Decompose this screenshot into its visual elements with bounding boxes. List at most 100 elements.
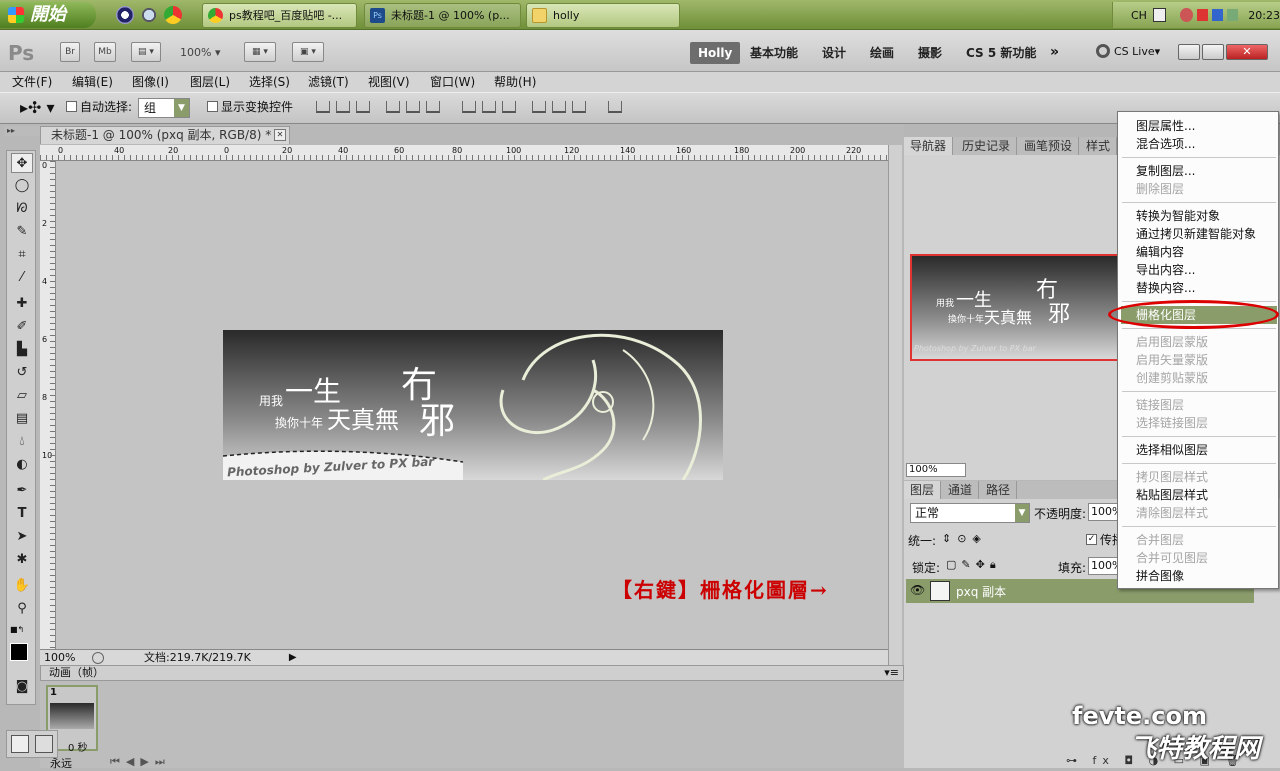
distribute-vcenter-icon[interactable] <box>482 101 496 113</box>
distribute-bottom-icon[interactable] <box>502 101 516 113</box>
close-button[interactable]: ✕ <box>1226 44 1268 60</box>
cs-live-menu[interactable]: CS Live ▾ <box>1096 44 1160 58</box>
move-tool-preset-icon[interactable]: ▸✣ ▾ <box>20 98 55 117</box>
quick-select-tool-icon[interactable]: ✎ <box>11 222 33 242</box>
arrange-documents-button[interactable]: ▦ ▾ <box>244 42 276 62</box>
ctx-paste-layer-style[interactable]: 粘贴图层样式 <box>1136 486 1208 504</box>
zoom-level-menu[interactable]: 100% ▾ <box>180 46 220 59</box>
align-top-icon[interactable] <box>316 101 330 113</box>
language-indicator[interactable]: CH <box>1131 9 1147 22</box>
standard-mode-icon[interactable] <box>11 735 29 753</box>
align-left-icon[interactable] <box>386 101 400 113</box>
playback-controls[interactable]: ⏮◀▶⏭ <box>110 755 171 769</box>
workspace-design[interactable]: 设计 <box>814 42 854 64</box>
path-select-tool-icon[interactable]: ➤ <box>11 527 33 547</box>
task-photoshop[interactable]: Ps 未标题-1 @ 100% (p... <box>364 3 521 28</box>
workspace-essentials[interactable]: 基本功能 <box>742 42 806 64</box>
ctx-blending-options[interactable]: 混合选项... <box>1136 135 1195 153</box>
propagate-checkbox[interactable]: ✓ <box>1086 534 1097 545</box>
navigator-thumbnail[interactable]: 用我 一生 換你十年 天真無 冇 邪 Photoshop by Zulver t… <box>910 254 1120 361</box>
menu-view[interactable]: 视图(V) <box>368 72 410 92</box>
align-vcenter-icon[interactable] <box>336 101 350 113</box>
ctx-duplicate-layer[interactable]: 复制图层... <box>1136 162 1195 180</box>
workspace-painting[interactable]: 绘画 <box>862 42 902 64</box>
media-player-icon[interactable] <box>116 6 134 24</box>
ctx-edit-contents[interactable]: 编辑内容 <box>1136 243 1184 261</box>
blur-tool-icon[interactable]: 💧︎ <box>11 432 33 452</box>
flag-tray-icon[interactable] <box>1197 9 1209 21</box>
clone-stamp-tool-icon[interactable]: ▙ <box>11 340 33 360</box>
back-icon[interactable] <box>1180 8 1193 22</box>
volume-icon[interactable] <box>1227 9 1239 21</box>
ctx-select-linked-layers[interactable]: 选择链接图层 <box>1136 414 1208 432</box>
menu-layer[interactable]: 图层(L) <box>190 72 230 92</box>
ctx-export-contents[interactable]: 导出内容... <box>1136 261 1195 279</box>
ctx-new-smart-object-via-copy[interactable]: 通过拷贝新建智能对象 <box>1136 225 1256 243</box>
ctx-create-clipping-mask[interactable]: 创建剪贴蒙版 <box>1136 369 1208 387</box>
distribute-top-icon[interactable] <box>462 101 476 113</box>
tab-navigator[interactable]: 导航器 <box>904 137 954 155</box>
tab-paths[interactable]: 路径 <box>980 481 1018 499</box>
eraser-tool-icon[interactable]: ▱ <box>11 386 33 406</box>
full-screen-icon[interactable] <box>35 735 53 753</box>
ctx-merge-visible[interactable]: 合并可见图层 <box>1136 549 1208 567</box>
ctx-merge-layers[interactable]: 合并图层 <box>1136 531 1184 549</box>
menu-help[interactable]: 帮助(H) <box>494 72 536 92</box>
foreground-color-swatch[interactable] <box>10 643 28 661</box>
auto-select-dropdown[interactable]: 组 ▼ <box>138 98 190 118</box>
tab-styles[interactable]: 样式 <box>1080 137 1118 155</box>
tab-brush-presets[interactable]: 画笔预设 <box>1018 137 1080 155</box>
auto-align-icon[interactable] <box>608 101 622 113</box>
menu-file[interactable]: 文件(F) <box>12 72 52 92</box>
document-image[interactable]: 用我 一生 換你十年 天真無 冇 邪 Photoshop by Zulver t… <box>223 330 723 480</box>
tools-collapse-handle[interactable]: ▸▸ <box>4 126 40 136</box>
menu-edit[interactable]: 编辑(E) <box>72 72 113 92</box>
frame-delay[interactable]: 0 秒 <box>68 739 88 754</box>
task-folder[interactable]: holly <box>526 3 680 28</box>
opacity-field[interactable]: 100% <box>1088 503 1122 521</box>
unify-icons[interactable]: ⇕⊙◈ <box>942 532 987 545</box>
zoom-tool-icon[interactable]: ⚲ <box>11 599 33 619</box>
ctx-enable-vector-mask[interactable]: 启用矢量蒙版 <box>1136 351 1208 369</box>
history-brush-tool-icon[interactable]: ↺ <box>11 363 33 383</box>
view-extras-button[interactable]: ▤ ▾ <box>131 42 161 62</box>
ctx-enable-layer-mask[interactable]: 启用图层蒙版 <box>1136 333 1208 351</box>
screen-mode-toggle[interactable] <box>6 730 58 758</box>
distribute-hcenter-icon[interactable] <box>552 101 566 113</box>
ctx-delete-layer[interactable]: 删除图层 <box>1136 180 1184 198</box>
search-icon[interactable] <box>140 6 158 24</box>
ctx-link-layers[interactable]: 链接图层 <box>1136 396 1184 414</box>
show-transform-checkbox[interactable] <box>207 101 218 112</box>
ctx-select-similar-layers[interactable]: 选择相似图层 <box>1136 441 1208 459</box>
pen-tool-icon[interactable]: ✒ <box>11 481 33 501</box>
close-document-icon[interactable]: ✕ <box>274 129 286 141</box>
crop-tool-icon[interactable]: ⌗ <box>11 245 33 265</box>
lock-icons[interactable]: ▢✎✥🔒︎ <box>946 558 1001 572</box>
maximize-button[interactable] <box>1202 44 1224 60</box>
menu-image[interactable]: 图像(I) <box>132 72 169 92</box>
status-menu-arrow-icon[interactable]: ▶ <box>289 650 297 665</box>
task-browser[interactable]: ps教程吧_百度贴吧 -... <box>202 3 357 28</box>
menu-filter[interactable]: 滤镜(T) <box>308 72 349 92</box>
distribute-right-icon[interactable] <box>572 101 586 113</box>
network-icon[interactable] <box>1212 9 1224 21</box>
tab-history[interactable]: 历史记录 <box>956 137 1018 155</box>
align-hcenter-icon[interactable] <box>406 101 420 113</box>
menu-window[interactable]: 窗口(W) <box>430 72 475 92</box>
tab-channels[interactable]: 通道 <box>942 481 980 499</box>
screen-mode-button[interactable]: ▣ ▾ <box>292 42 324 62</box>
vertical-scrollbar[interactable] <box>888 145 902 665</box>
start-button[interactable]: 開始 <box>0 2 96 28</box>
blend-mode-dropdown[interactable]: 正常 ▼ <box>910 503 1030 523</box>
ime-icon[interactable] <box>1152 8 1167 22</box>
ctx-convert-smart-object[interactable]: 转换为智能对象 <box>1136 207 1220 225</box>
ctx-copy-layer-style[interactable]: 拷贝图层样式 <box>1136 468 1208 486</box>
minimize-button[interactable] <box>1178 44 1200 60</box>
workspace-photography[interactable]: 摄影 <box>910 42 950 64</box>
lasso-tool-icon[interactable]: ᘗ <box>11 199 33 219</box>
panel-menu-icon[interactable]: ▾≡ <box>884 666 899 680</box>
navigator-zoom-field[interactable]: 100% <box>906 463 966 477</box>
ctx-layer-properties[interactable]: 图层属性... <box>1136 117 1195 135</box>
auto-select-checkbox[interactable] <box>66 101 77 112</box>
chrome-icon[interactable] <box>164 6 182 24</box>
